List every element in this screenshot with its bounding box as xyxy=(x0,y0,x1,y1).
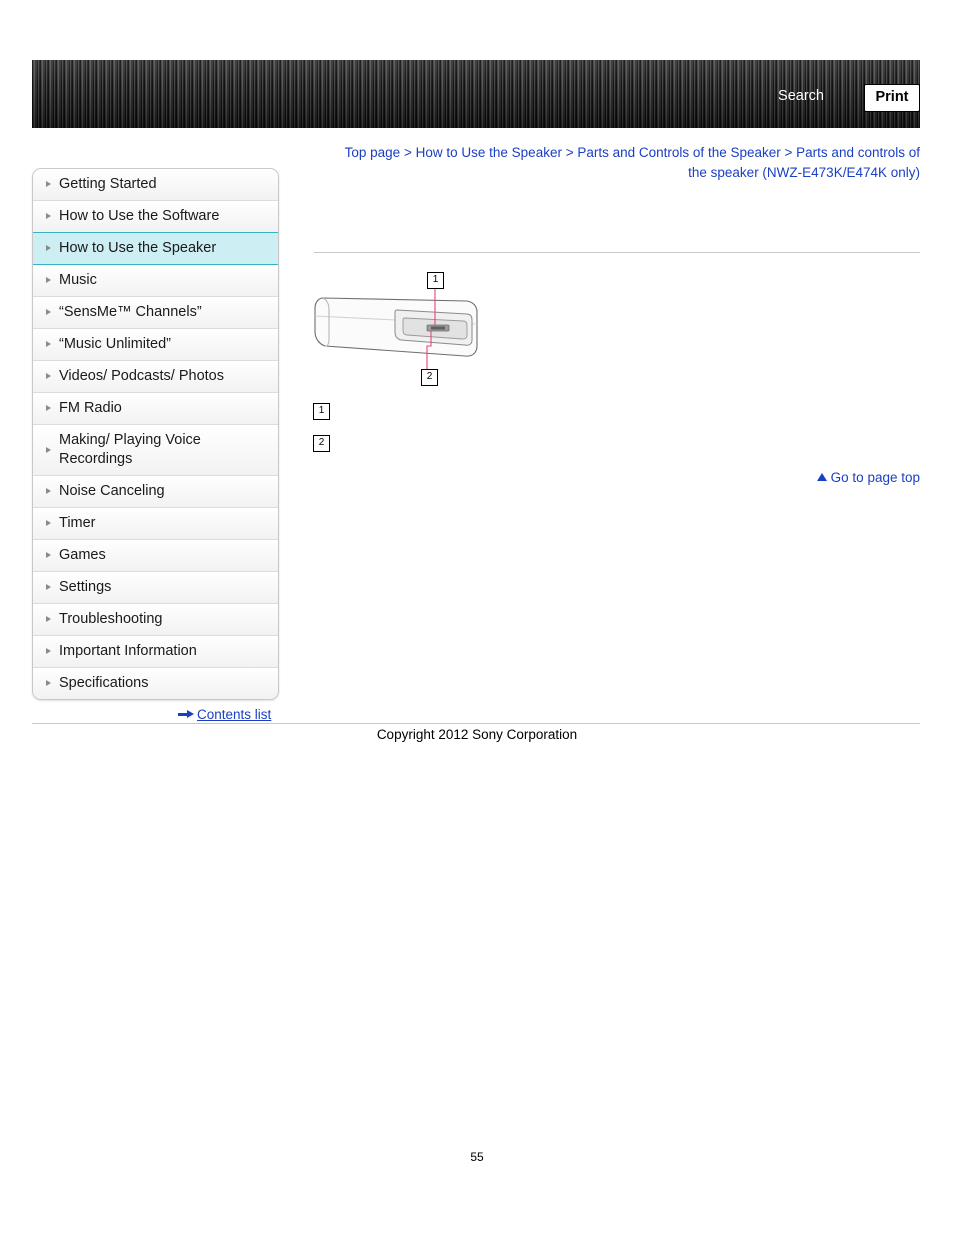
callout-item-1: 1 xyxy=(313,403,330,420)
breadcrumb-separator: > xyxy=(784,145,793,160)
sidebar-item-label: Music xyxy=(59,272,97,288)
sidebar-item-music-unlimited[interactable]: “Music Unlimited” xyxy=(33,329,278,361)
breadcrumb-item-top-page[interactable]: Top page xyxy=(345,145,401,160)
sidebar-item-fm-radio[interactable]: FM Radio xyxy=(33,393,278,425)
sidebar-item-how-to-use-the-speaker[interactable]: How to Use the Speaker xyxy=(33,232,278,265)
sidebar-item-settings[interactable]: Settings xyxy=(33,572,278,604)
callout-marker-2-figure: 2 xyxy=(421,369,438,386)
sidebar-item-label: “SensMe™ Channels” xyxy=(59,304,202,320)
breadcrumb-item-parts-and-controls[interactable]: Parts and Controls of the Speaker xyxy=(577,145,780,160)
breadcrumb-separator: > xyxy=(565,145,574,160)
sidebar-item-label: Timer xyxy=(59,515,96,531)
sidebar-item-label: Important Information xyxy=(59,643,197,659)
breadcrumb-separator: > xyxy=(403,145,412,160)
callout-marker-1-figure: 1 xyxy=(427,272,444,289)
sidebar-item-label: Noise Canceling xyxy=(59,483,165,499)
sidebar-item-troubleshooting[interactable]: Troubleshooting xyxy=(33,604,278,636)
sidebar-item-label: Settings xyxy=(59,579,112,595)
triangle-up-icon xyxy=(816,473,827,482)
sidebar-item-getting-started[interactable]: Getting Started xyxy=(33,169,278,201)
sidebar-item-important-information[interactable]: Important Information xyxy=(33,636,278,668)
contents-list-link[interactable]: Contents list xyxy=(178,706,271,722)
sidebar-item-label: Games xyxy=(59,547,106,563)
sidebar-item-how-to-use-the-software[interactable]: How to Use the Software xyxy=(33,201,278,233)
page-number: 55 xyxy=(470,1150,484,1164)
sidebar-item-noise-canceling[interactable]: Noise Canceling xyxy=(33,476,278,508)
go-to-page-top-label: Go to page top xyxy=(830,469,920,485)
sidebar-item-label: Videos/ Podcasts/ Photos xyxy=(59,368,224,384)
content-divider xyxy=(314,252,920,253)
sidebar-item-label: Making/ Playing Voice Recordings xyxy=(59,432,201,467)
print-button[interactable]: Print xyxy=(864,84,920,112)
sidebar-item-timer[interactable]: Timer xyxy=(33,508,278,540)
contents-list-label: Contents list xyxy=(197,706,272,722)
copyright-text: Copyright 2012 Sony Corporation xyxy=(376,727,578,742)
footer-divider xyxy=(32,723,920,724)
sidebar-item-label: Troubleshooting xyxy=(59,611,163,627)
breadcrumb-item-how-to-use-the-speaker[interactable]: How to Use the Speaker xyxy=(416,145,562,160)
sidebar-item-making-playing-voice-recordings[interactable]: Making/ Playing Voice Recordings xyxy=(33,425,278,476)
sidebar-item-label: How to Use the Software xyxy=(59,208,220,224)
sidebar-item-label: How to Use the Speaker xyxy=(59,240,217,256)
sidebar-item-label: Getting Started xyxy=(59,176,157,192)
callout-item-2: 2 xyxy=(313,435,330,452)
sidebar-item-label: Specifications xyxy=(59,675,149,691)
sidebar-item-label: FM Radio xyxy=(59,400,122,416)
search-label[interactable]: Search xyxy=(778,88,824,104)
breadcrumb: Top page > How to Use the Speaker > Part… xyxy=(326,143,920,183)
sidebar-item-games[interactable]: Games xyxy=(33,540,278,572)
go-to-page-top-link[interactable]: Go to page top xyxy=(816,469,920,485)
sidebar-item-videos-podcasts-photos[interactable]: Videos/ Podcasts/ Photos xyxy=(33,361,278,393)
sidebar-item-label: “Music Unlimited” xyxy=(59,336,171,352)
sidebar-nav: Getting Started How to Use the Software … xyxy=(32,168,279,700)
arrow-right-icon xyxy=(178,709,194,719)
sidebar-item-music[interactable]: Music xyxy=(33,265,278,297)
sidebar-item-specifications[interactable]: Specifications xyxy=(33,668,278,699)
sidebar-item-sensme-channels[interactable]: “SensMe™ Channels” xyxy=(33,297,278,329)
